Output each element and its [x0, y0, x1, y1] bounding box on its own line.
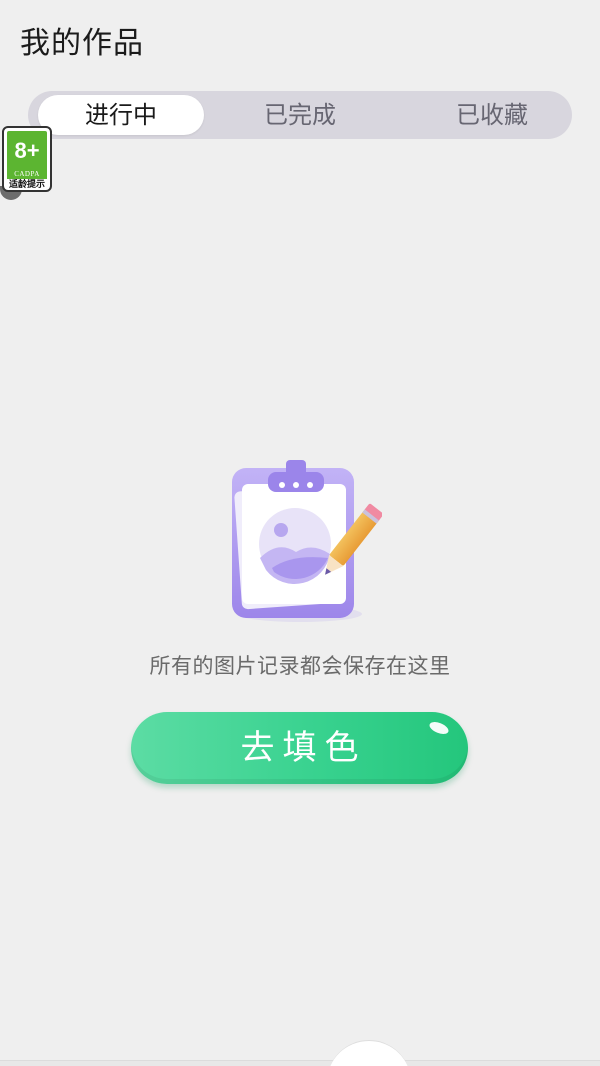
- bottom-center-tab-button[interactable]: [327, 1040, 411, 1066]
- works-tab-bar: 进行中 已完成 已收藏: [28, 91, 572, 139]
- age-rating-caption: 适龄提示: [8, 180, 45, 190]
- age-rating-badge[interactable]: 8+ CADPA 适龄提示: [2, 126, 52, 192]
- page-title: 我的作品: [20, 26, 144, 61]
- clipboard-image-pencil-icon: [232, 460, 382, 622]
- empty-state-message: 所有的图片记录都会保存在这里: [149, 654, 451, 678]
- go-color-button[interactable]: 去填色: [131, 712, 468, 784]
- age-rating-org: CADPA: [7, 169, 47, 179]
- age-rating-label: 8+: [7, 131, 47, 171]
- bottom-navigation-bar: [0, 1060, 600, 1066]
- go-color-button-label: 去填色: [240, 728, 367, 768]
- my-works-screen: 我的作品 进行中 已完成 已收藏 8+ CADPA 适龄提示 所有的图片记录都会…: [0, 0, 600, 1066]
- tab-favorites[interactable]: 已收藏: [412, 91, 572, 139]
- tab-completed[interactable]: 已完成: [220, 91, 380, 139]
- tab-in-progress[interactable]: 进行中: [38, 95, 204, 135]
